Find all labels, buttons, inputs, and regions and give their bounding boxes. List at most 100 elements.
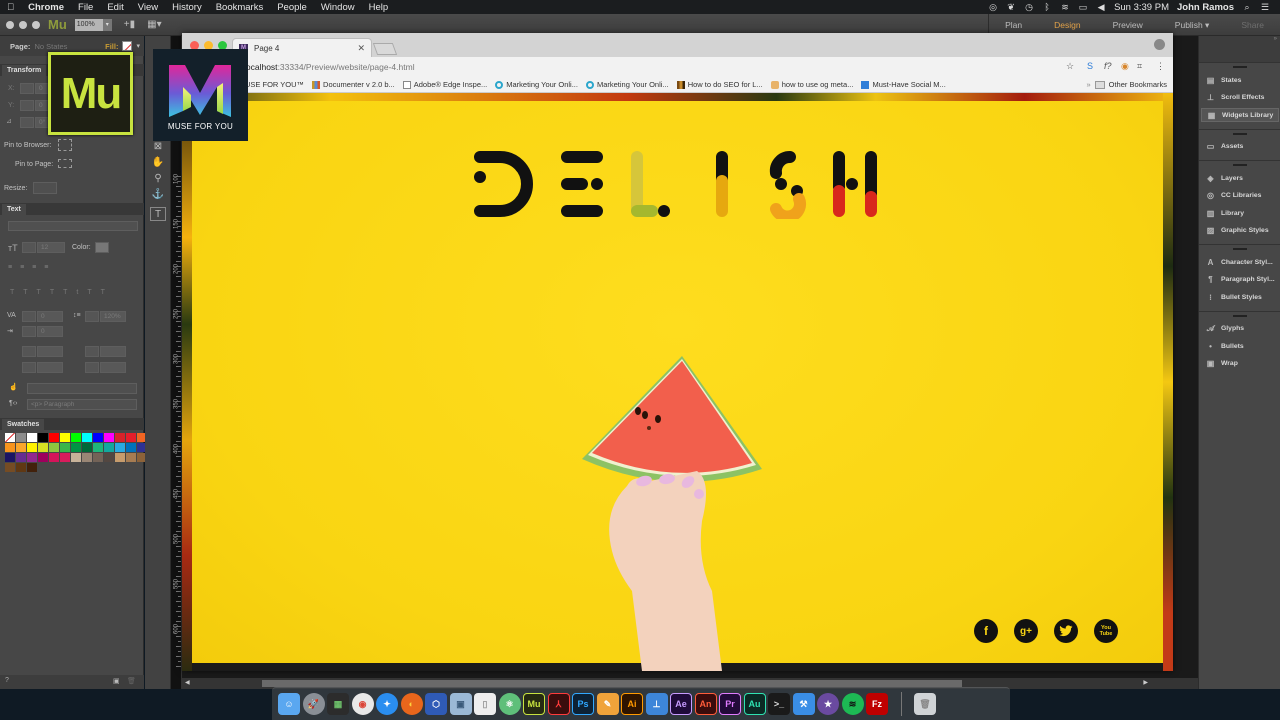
dock-muse-icon[interactable]: Mu bbox=[523, 693, 545, 715]
menu-window[interactable]: Window bbox=[314, 2, 362, 13]
chrome-menu-icon[interactable]: ⋮ bbox=[1156, 61, 1165, 72]
right-indent-field[interactable] bbox=[100, 346, 126, 357]
indent-field[interactable]: 0 bbox=[37, 326, 63, 337]
color-swatch[interactable] bbox=[71, 443, 81, 452]
color-swatch[interactable] bbox=[27, 453, 37, 462]
paragraph-style-dropdown[interactable]: <p> Paragraph bbox=[27, 399, 137, 410]
clock[interactable]: Sun 3:39 PM bbox=[1114, 2, 1169, 13]
text-tool-icon[interactable]: T bbox=[150, 207, 166, 221]
dock-codekit-icon[interactable]: ⬡ bbox=[425, 693, 447, 715]
color-swatch[interactable] bbox=[38, 443, 48, 452]
panel-item-library[interactable]: ▥ Library bbox=[1201, 206, 1279, 220]
color-swatch[interactable] bbox=[5, 463, 15, 472]
color-swatch[interactable] bbox=[60, 443, 70, 452]
dock-chrome-icon[interactable]: ◉ bbox=[351, 693, 374, 715]
creative-cloud-icon[interactable]: ◎ bbox=[988, 2, 998, 12]
dock-imovie-icon[interactable]: ★ bbox=[817, 693, 839, 715]
extension-s-icon[interactable]: S bbox=[1087, 61, 1093, 71]
dock-keynote-icon[interactable]: ⊥ bbox=[645, 693, 668, 715]
anchor-tool-icon[interactable]: ⚓ bbox=[150, 188, 166, 202]
menu-app-chrome[interactable]: Chrome bbox=[21, 2, 71, 13]
new-tab-button[interactable] bbox=[372, 43, 398, 55]
color-swatch[interactable] bbox=[5, 453, 15, 462]
mode-share[interactable]: Share bbox=[1225, 20, 1280, 30]
pin-to-browser-control[interactable] bbox=[58, 139, 72, 151]
zoom-level-field[interactable]: 100% bbox=[74, 18, 103, 31]
panel-item-wrap[interactable]: ▣ Wrap bbox=[1201, 357, 1279, 371]
font-family-dropdown[interactable] bbox=[8, 221, 138, 231]
panel-item-scroll-effects[interactable]: ⊥ Scroll Effects bbox=[1201, 91, 1279, 105]
dock-photoshop-icon[interactable]: Ps bbox=[572, 693, 594, 715]
extension-window-resizer-icon[interactable]: ⌗ bbox=[1137, 61, 1142, 72]
x-stepper[interactable] bbox=[20, 83, 34, 94]
dock-premiere-icon[interactable]: Pr bbox=[719, 693, 741, 715]
menu-view[interactable]: View bbox=[131, 2, 165, 13]
color-swatch[interactable] bbox=[27, 443, 37, 452]
color-swatch[interactable] bbox=[71, 453, 81, 462]
color-swatch[interactable] bbox=[126, 433, 136, 442]
delete-swatch-icon[interactable]: 🗑 bbox=[127, 677, 136, 685]
panel-group-grip[interactable] bbox=[1233, 248, 1247, 250]
bookmark-item[interactable]: Marketing Your Onli... bbox=[495, 80, 578, 89]
mode-publish[interactable]: Publish ▾ bbox=[1159, 20, 1226, 31]
zoom-window-button[interactable] bbox=[32, 20, 40, 29]
color-swatch[interactable] bbox=[82, 443, 92, 452]
other-bookmarks[interactable]: » Other Bookmarks bbox=[1086, 80, 1167, 89]
mode-design[interactable]: Design bbox=[1038, 20, 1096, 30]
hand-tool-icon[interactable]: ✋ bbox=[150, 156, 166, 170]
dock-atom-icon[interactable]: ⚛ bbox=[498, 693, 521, 715]
scrollbar-thumb[interactable] bbox=[262, 680, 962, 687]
profile-avatar-icon[interactable] bbox=[1154, 39, 1165, 50]
pin-to-page-control[interactable] bbox=[58, 159, 72, 168]
text-style-buttons[interactable]: TTTTTtTT bbox=[10, 289, 114, 296]
wifi-icon[interactable]: ≋ bbox=[1060, 2, 1070, 12]
youtube-icon[interactable]: You Tube bbox=[1094, 619, 1118, 643]
dock-acrobat-icon[interactable]: ⅄ bbox=[547, 693, 570, 715]
extension-whatfont-icon[interactable]: f? bbox=[1104, 61, 1112, 71]
panel-item-character-styles[interactable]: A Character Styl... bbox=[1201, 255, 1279, 269]
color-swatch[interactable] bbox=[49, 443, 59, 452]
color-swatch[interactable] bbox=[16, 433, 26, 442]
color-swatch[interactable] bbox=[38, 453, 48, 462]
panel-group-grip[interactable] bbox=[1233, 164, 1247, 166]
color-swatch[interactable] bbox=[82, 453, 92, 462]
left-indent-stepper[interactable] bbox=[22, 346, 36, 357]
color-swatch[interactable] bbox=[93, 453, 103, 462]
help-icon[interactable]: ? bbox=[5, 677, 9, 684]
right-indent-stepper[interactable] bbox=[85, 346, 99, 357]
dock-finder-icon[interactable]: ☺ bbox=[278, 693, 300, 715]
color-swatch[interactable] bbox=[16, 453, 26, 462]
color-swatch[interactable] bbox=[16, 443, 26, 452]
panel-item-glyphs[interactable]: 𝒜 Glyphs bbox=[1201, 322, 1279, 336]
dock-filezilla-icon[interactable]: Fz bbox=[866, 693, 888, 715]
color-swatch[interactable] bbox=[60, 433, 70, 442]
fill-dropdown-icon[interactable]: ▾ bbox=[136, 42, 140, 50]
browser-tab[interactable]: M Page 4 ✕ bbox=[232, 38, 372, 57]
menu-file[interactable]: File bbox=[71, 2, 100, 13]
evernote-icon[interactable]: ❦ bbox=[1006, 2, 1016, 12]
time-machine-icon[interactable]: ◷ bbox=[1024, 2, 1034, 12]
color-swatch[interactable] bbox=[38, 433, 48, 442]
bookmark-item[interactable]: Adobe® Edge Inspe... bbox=[402, 80, 487, 89]
tracking-stepper[interactable] bbox=[22, 311, 36, 322]
dock-xcode-icon[interactable]: ⚒ bbox=[792, 693, 815, 715]
color-swatch[interactable] bbox=[27, 463, 37, 472]
left-indent-field[interactable] bbox=[37, 346, 63, 357]
color-swatch[interactable] bbox=[16, 463, 26, 472]
minimize-window-button[interactable] bbox=[19, 20, 27, 29]
panel-item-paragraph-styles[interactable]: ¶ Paragraph Styl... bbox=[1201, 273, 1279, 287]
space-before-field[interactable] bbox=[37, 362, 63, 373]
color-swatch[interactable] bbox=[104, 453, 114, 462]
menu-bookmarks[interactable]: Bookmarks bbox=[209, 2, 271, 13]
menu-people[interactable]: People bbox=[270, 2, 314, 13]
leading-field[interactable]: 120% bbox=[100, 311, 126, 322]
close-window-button[interactable] bbox=[6, 20, 14, 29]
leading-stepper[interactable] bbox=[85, 311, 99, 322]
mode-plan[interactable]: Plan bbox=[989, 20, 1038, 30]
menu-history[interactable]: History bbox=[165, 2, 209, 13]
text-color-swatch[interactable] bbox=[95, 242, 109, 253]
spotlight-search-icon[interactable]: ⌕ bbox=[1242, 2, 1252, 12]
menu-edit[interactable]: Edit bbox=[100, 2, 130, 13]
crop-tool-icon[interactable]: ⊠ bbox=[150, 140, 166, 154]
zoom-dropdown-icon[interactable]: ▾ bbox=[102, 18, 112, 31]
